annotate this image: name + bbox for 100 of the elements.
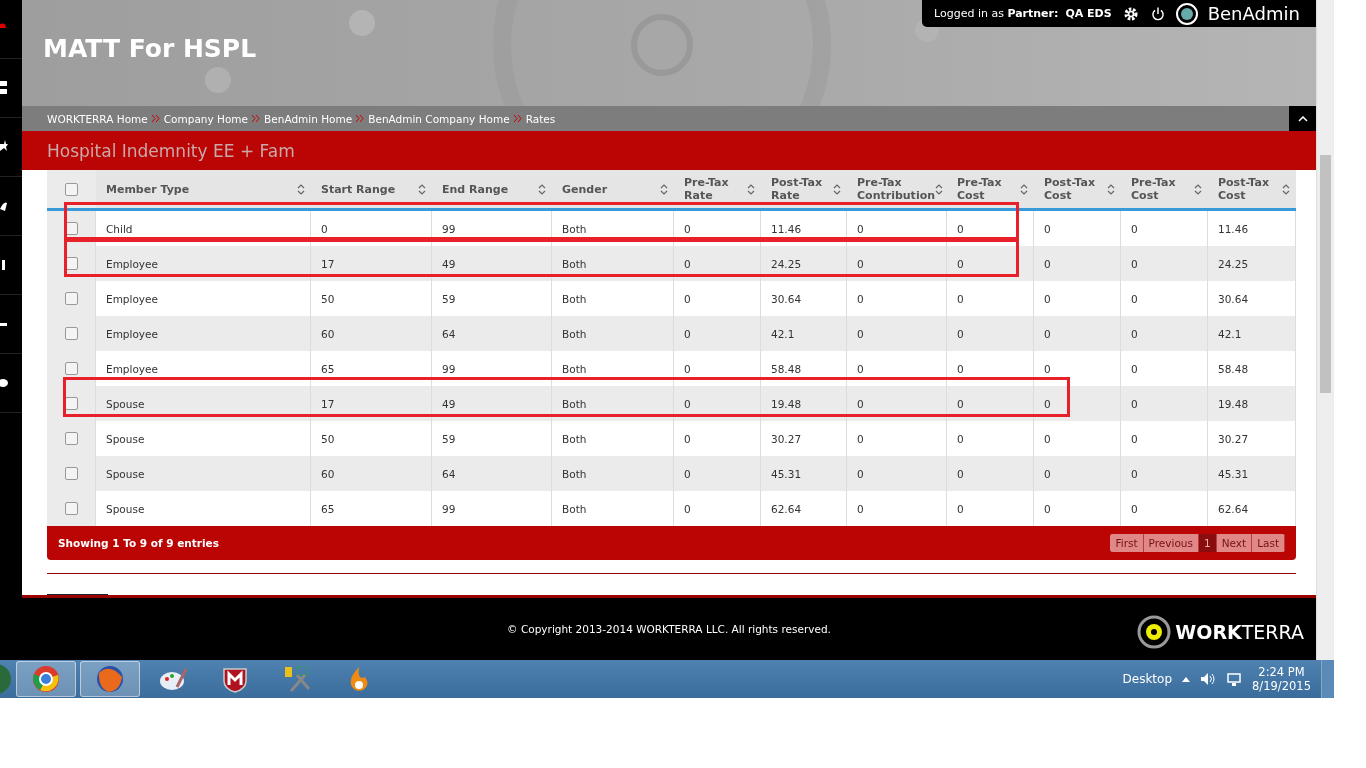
- table-cell: 0: [1044, 362, 1051, 375]
- taskbar-app-icon[interactable]: [80, 661, 140, 697]
- table-cell: 0: [1044, 397, 1051, 410]
- table-cell: 17: [321, 257, 335, 270]
- table-cell: 0: [957, 362, 964, 375]
- table-cell: Spouse: [106, 467, 145, 480]
- table-cell: 19.48: [1218, 397, 1249, 410]
- desktop-toolbar[interactable]: Desktop: [1122, 672, 1173, 686]
- row-checkbox[interactable]: [64, 292, 78, 305]
- column-header[interactable]: Pre-Tax Cost: [1131, 176, 1176, 202]
- sort-icon[interactable]: [538, 183, 546, 195]
- breadcrumb-link[interactable]: Rates: [525, 112, 556, 125]
- table-cell: Both: [562, 502, 587, 515]
- table-cell: 42.1: [771, 327, 795, 340]
- sidebar-icon[interactable]: [0, 258, 8, 272]
- start-button[interactable]: [0, 662, 12, 696]
- app-name: BenAdmin: [1207, 3, 1300, 24]
- table-cell: 42.1: [1218, 327, 1242, 340]
- column-header[interactable]: Start Range: [321, 182, 396, 196]
- breadcrumb-link[interactable]: WORKTERRA Home: [47, 112, 148, 125]
- sort-icon[interactable]: [297, 183, 305, 195]
- scrollbar[interactable]: [1316, 0, 1334, 660]
- table-cell: 58.48: [771, 362, 802, 375]
- power-icon[interactable]: [1149, 5, 1166, 22]
- table-cell: 64: [442, 467, 456, 480]
- sort-icon[interactable]: [935, 183, 944, 195]
- tray-expand-icon[interactable]: [1182, 676, 1191, 682]
- table-cell: 0: [857, 222, 864, 235]
- table-cell: Employee: [106, 327, 158, 340]
- row-checkbox[interactable]: [64, 432, 78, 445]
- sidebar-icon[interactable]: [0, 81, 8, 95]
- sort-icon[interactable]: [418, 183, 426, 195]
- table-cell: 0: [857, 432, 864, 445]
- select-all-checkbox[interactable]: [65, 182, 78, 196]
- sort-icon[interactable]: [1107, 183, 1115, 195]
- table-cell: 0: [684, 327, 691, 340]
- table-cell: 0: [684, 292, 691, 305]
- table-cell: 0: [957, 502, 964, 515]
- column-header[interactable]: End Range: [442, 182, 509, 196]
- collapse-button[interactable]: [1289, 106, 1316, 131]
- table-cell: 49: [442, 397, 456, 410]
- pagination-button[interactable]: First: [1110, 534, 1144, 552]
- column-header[interactable]: Pre-Tax Rate: [684, 176, 729, 202]
- column-header[interactable]: Pre-Tax Cost: [957, 176, 1002, 202]
- volume-icon[interactable]: [1200, 672, 1217, 686]
- table-cell: 50: [321, 432, 335, 445]
- column-header[interactable]: Gender: [562, 182, 608, 196]
- table-cell: 30.27: [1218, 432, 1249, 445]
- table-cell: 59: [442, 292, 456, 305]
- row-checkbox[interactable]: [64, 362, 78, 375]
- table-cell: 24.25: [771, 257, 802, 270]
- network-icon[interactable]: [1226, 671, 1243, 687]
- column-header[interactable]: Pre-Tax Contribution: [857, 176, 936, 202]
- table-cell: 99: [442, 222, 456, 235]
- pagination-button[interactable]: Next: [1216, 534, 1253, 552]
- sidebar-icon[interactable]: [0, 376, 8, 390]
- table-cell: 0: [1131, 222, 1138, 235]
- taskbar-clock[interactable]: 2:24 PM 8/19/2015: [1252, 665, 1311, 693]
- sort-icon[interactable]: [833, 183, 841, 195]
- table-cell: 0: [1044, 292, 1051, 305]
- taskbar-app-icon[interactable]: [16, 661, 76, 697]
- table-cell: 11.46: [1218, 222, 1249, 235]
- table-cell: 45.31: [1218, 467, 1249, 480]
- table-cell: 0: [321, 222, 328, 235]
- breadcrumb-link[interactable]: Company Home: [163, 112, 249, 125]
- column-header[interactable]: Post-Tax Cost: [1218, 176, 1269, 202]
- table-cell: 0: [957, 257, 964, 270]
- table-cell: 0: [1044, 502, 1051, 515]
- chevron-icon: [356, 115, 365, 122]
- row-checkbox[interactable]: [64, 327, 78, 340]
- breadcrumb-link[interactable]: BenAdmin Home: [264, 112, 353, 125]
- table-cell: 0: [857, 467, 864, 480]
- row-checkbox[interactable]: [64, 502, 78, 515]
- table-cell: 0: [1131, 432, 1138, 445]
- section-title: Hospital Indemnity EE + Fam: [22, 131, 1316, 170]
- breadcrumb-link[interactable]: BenAdmin Company Home: [368, 112, 510, 125]
- row-checkbox[interactable]: [64, 467, 78, 480]
- sort-icon[interactable]: [1020, 183, 1028, 195]
- table-cell: 0: [684, 397, 691, 410]
- table-cell: 59: [442, 432, 456, 445]
- column-header[interactable]: Post-Tax Rate: [771, 176, 822, 202]
- table-cell: Both: [562, 292, 587, 305]
- table-cell: 65: [321, 502, 335, 515]
- table-cell: 0: [857, 327, 864, 340]
- table-cell: 0: [1044, 327, 1051, 340]
- sort-icon[interactable]: [1282, 183, 1290, 195]
- sort-icon[interactable]: [747, 183, 755, 195]
- table-cell: 0: [1131, 362, 1138, 375]
- table-cell: 0: [1044, 467, 1051, 480]
- table-cell: 0: [1131, 327, 1138, 340]
- sort-icon[interactable]: [660, 183, 668, 195]
- sidebar-icon[interactable]: [0, 140, 8, 154]
- sort-icon[interactable]: [1194, 183, 1202, 195]
- column-header[interactable]: Post-Tax Cost: [1044, 176, 1095, 202]
- pagination-button[interactable]: Last: [1252, 534, 1285, 552]
- table-cell: 17: [321, 397, 335, 410]
- pagination-button[interactable]: Previous: [1143, 534, 1199, 552]
- column-header[interactable]: Member Type: [106, 182, 190, 196]
- table-cell: 0: [684, 502, 691, 515]
- table-cell: Both: [562, 327, 587, 340]
